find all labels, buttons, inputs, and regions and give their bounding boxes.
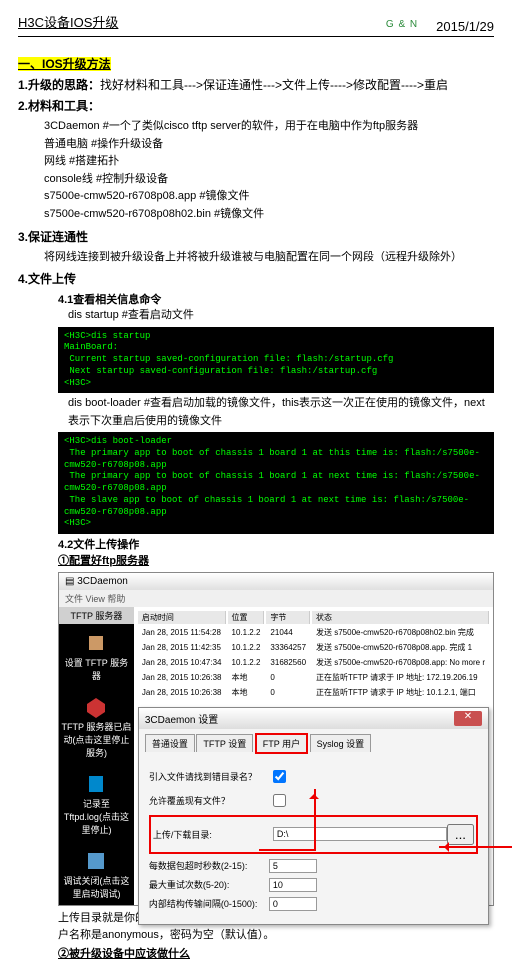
browse-button[interactable]: ... xyxy=(447,824,474,845)
step-1-heading: 1.升级的思路： xyxy=(18,78,100,92)
tab[interactable]: 普通设置 xyxy=(145,734,195,752)
table-row: Jan 28, 2015 11:42:3510.1.2.233364257发送 … xyxy=(138,641,489,654)
table-row: Jan 28, 2015 10:26:38本地0正在监听TFTP 请求于 IP … xyxy=(138,671,489,684)
sidebar-head: TFTP 服务器 xyxy=(59,607,134,624)
step-3-body: 将网线连接到被升级设备上并将被升级谁被与电脑配置在同一个网段（远程升级除外） xyxy=(44,249,494,267)
step-42a-heading: ①配置好ftp服务器 xyxy=(58,552,494,568)
table-row: Jan 28, 2015 10:47:3410.1.2.231682560发送 … xyxy=(138,656,489,669)
terminal-output-1: <H3C>dis startup MainBoard: Current star… xyxy=(58,327,494,393)
log-table: 启动时间位置字节状态 Jan 28, 2015 11:54:2810.1.2.2… xyxy=(134,607,493,703)
sidebar-item[interactable]: 记录至 Tftpd.log(点击这里停止) xyxy=(59,765,134,842)
arrow-icon xyxy=(259,789,316,851)
table-row: Jan 28, 2015 11:54:2810.1.2.221044发送 s75… xyxy=(138,626,489,639)
material-item: 普通电脑 #操作升级设备 xyxy=(44,136,494,154)
debug-icon xyxy=(85,850,107,872)
material-item: 网线 #搭建拓扑 xyxy=(44,153,494,171)
material-item: s7500e-cmw520-r6708p08h02.bin #镜像文件 xyxy=(44,206,494,224)
step-4-heading: 4.文件上传 xyxy=(18,270,494,287)
timeout-input[interactable] xyxy=(269,859,317,873)
settings-dialog: 3CDaemon 设置 ✕ 普通设置 TFTP 设置 FTP 用户 Syslog … xyxy=(138,707,489,925)
cmd-2: dis boot-loader #查看启动加载的镜像文件，this表示这一次正在… xyxy=(68,395,494,430)
section-1-title: 一、IOS升级方法 xyxy=(18,57,111,71)
sidebar-item[interactable]: 调试关闭(点击这里启动调试) xyxy=(59,842,134,905)
terminal-output-2: <H3C>dis boot-loader The primary app to … xyxy=(58,432,494,534)
step-1-body: 找好材料和工具--->保证连通性--->文件上传---->修改配置---->重启 xyxy=(100,78,448,92)
material-item: 3CDaemon #一个了类似cisco tftp server的软件，用于在电… xyxy=(44,118,494,136)
dialog-title: 3CDaemon 设置 xyxy=(145,711,218,726)
step-42-heading: 4.2文件上传操作 xyxy=(58,536,494,552)
cmd-1: dis startup #查看启动文件 xyxy=(68,307,494,325)
interval-input[interactable] xyxy=(269,897,317,911)
sidebar: TFTP 服务器 设置 TFTP 服务器 TFTP 服务器已启动(点击这里停止服… xyxy=(59,607,134,905)
app-window: ▤ 3CDaemon 文件 View 帮助 TFTP 服务器 设置 TFTP 服… xyxy=(58,572,494,906)
checkbox[interactable] xyxy=(273,770,286,783)
table-row: Jan 28, 2015 10:26:38本地0正在监听TFTP 请求于 IP … xyxy=(138,686,489,699)
step-2-heading: 2.材料和工具： xyxy=(18,97,494,114)
tools-icon xyxy=(85,632,107,654)
header-date: 2015/1/29 xyxy=(436,19,494,34)
sidebar-item[interactable]: 设置 TFTP 服务器 xyxy=(59,624,134,688)
material-item: s7500e-cmw520-r6708p08.app #镜像文件 xyxy=(44,188,494,206)
tab[interactable]: Syslog 设置 xyxy=(310,734,372,752)
doc-title: H3C设备IOS升级 xyxy=(18,12,118,31)
step-3-heading: 3.保证连通性 xyxy=(18,228,494,245)
step-41-heading: 4.1查看相关信息命令 xyxy=(58,291,494,307)
tab-ftp-user[interactable]: FTP 用户 xyxy=(255,733,308,754)
sidebar-item[interactable]: TFTP 服务器已启动(点击这里停止服务) xyxy=(59,688,134,765)
tab[interactable]: TFTP 设置 xyxy=(196,734,253,752)
header-gn: G & N xyxy=(386,19,418,34)
step-42b-heading: ②被升级设备中应该做什么 xyxy=(58,945,494,961)
material-item: console线 #控制升级设备 xyxy=(44,171,494,189)
close-icon[interactable]: ✕ xyxy=(454,711,482,726)
arrow-icon xyxy=(439,846,512,848)
app-title: ▤ 3CDaemon xyxy=(65,576,128,587)
retry-input[interactable] xyxy=(269,878,317,892)
stop-icon xyxy=(85,696,107,718)
